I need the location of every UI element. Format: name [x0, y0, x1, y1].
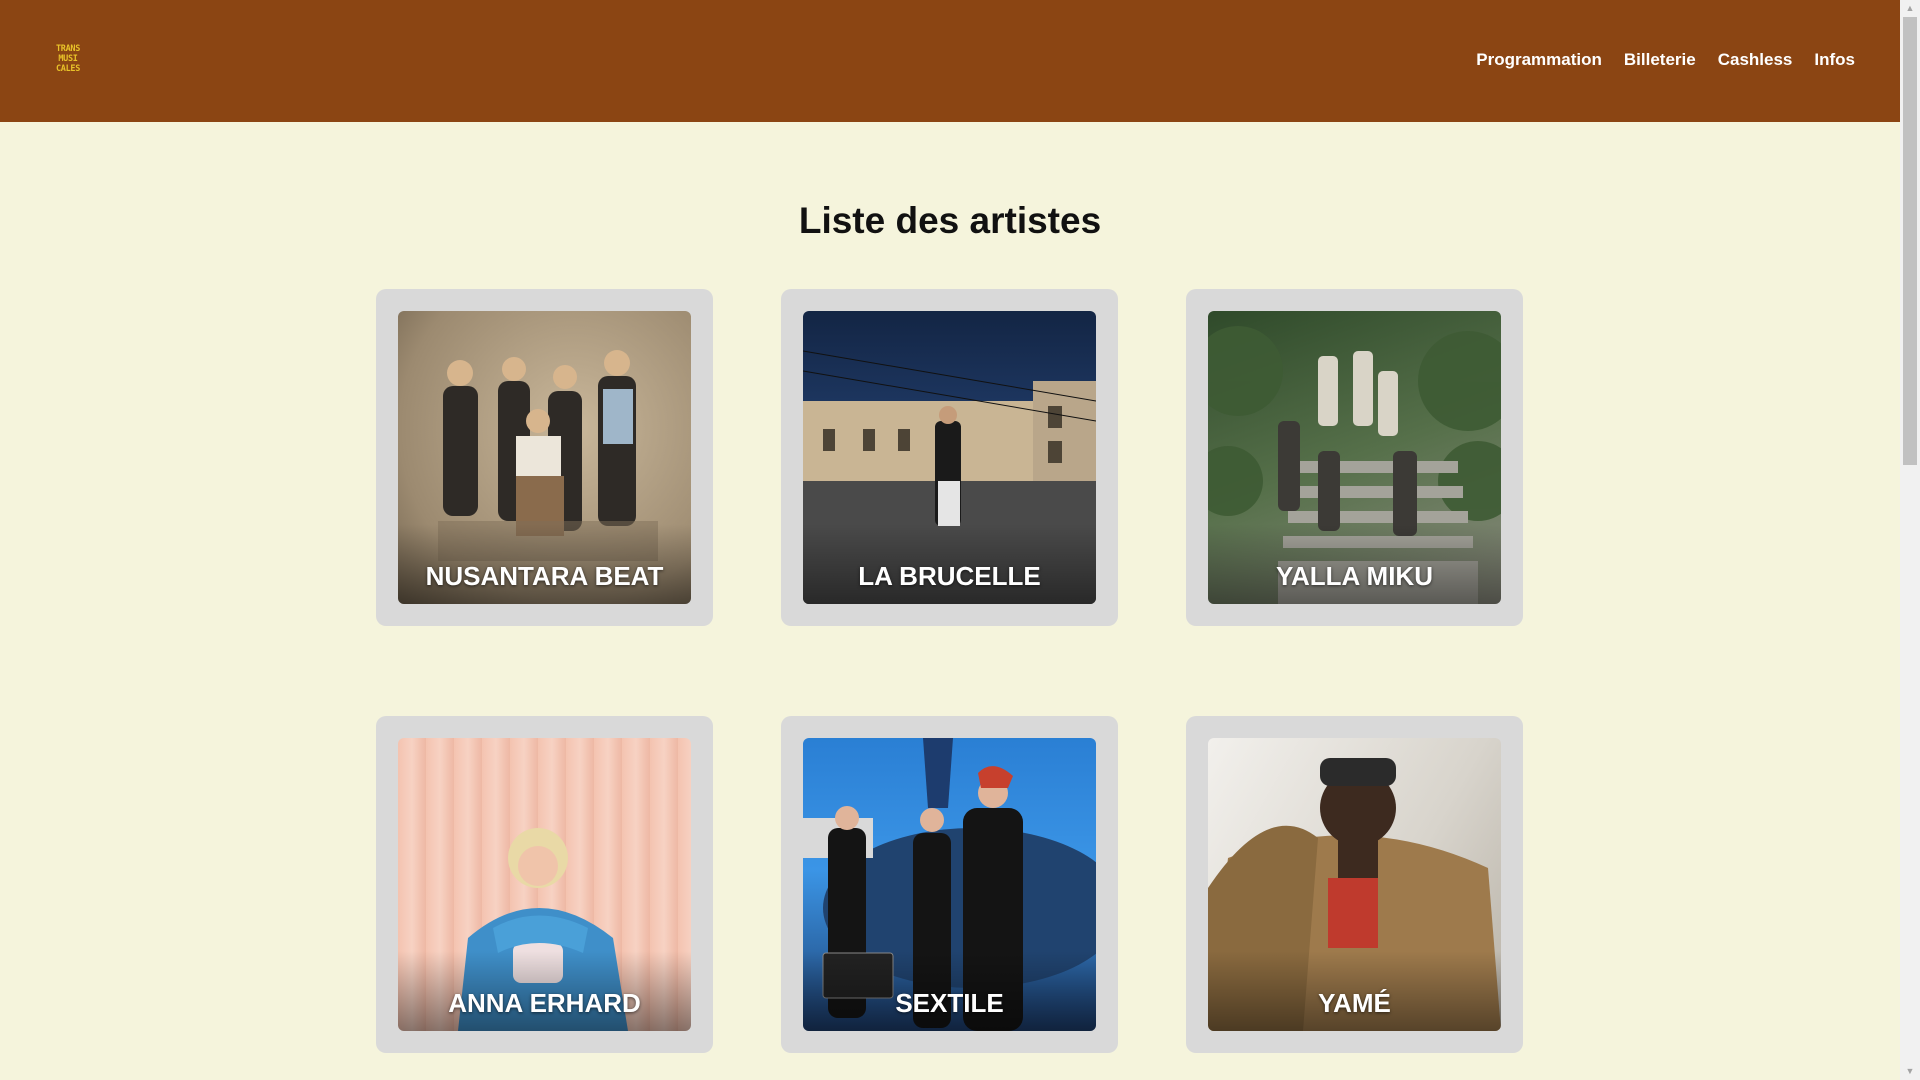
nav-programmation[interactable]: Programmation	[1476, 50, 1602, 70]
artist-name: LA BRUCELLE	[858, 561, 1041, 591]
festival-logo[interactable]: TRANS MUSI CALES	[46, 44, 90, 78]
logo-line: CALES	[55, 64, 81, 74]
nav-billeterie[interactable]: Billeterie	[1624, 50, 1696, 70]
site-header: TRANS MUSI CALES Programmation Billeteri…	[0, 0, 1900, 122]
page-title: Liste des artistes	[798, 200, 1102, 241]
artist-card[interactable]: LA BRUCELLE	[781, 289, 1118, 626]
artist-name: NUSANTARA BEAT	[425, 561, 664, 591]
artist-name: SEXTILE	[895, 988, 1004, 1018]
artist-name: YALLA MIKU	[1276, 561, 1433, 591]
logo-line: MUSI	[58, 54, 78, 64]
arrow-down-icon[interactable]: ▼	[1900, 1063, 1920, 1080]
artist-name: ANNA ERHARD	[448, 988, 641, 1018]
artist-card[interactable]: NUSANTARA BEAT	[376, 289, 713, 626]
artist-card[interactable]: ANNA ERHARD	[376, 716, 713, 1053]
artist-photo: LA BRUCELLE	[803, 311, 1096, 604]
artist-card[interactable]: YALLA MIKU	[1186, 289, 1523, 626]
arrow-up-icon[interactable]: ▲	[1900, 0, 1920, 17]
artist-photo: YAMÉ	[1208, 738, 1501, 1031]
page-scrollbar[interactable]: ▲ ▼	[1900, 0, 1920, 1080]
scroll-thumb[interactable]	[1903, 17, 1917, 465]
artist-card[interactable]: YAMÉ	[1186, 716, 1523, 1053]
nav-cashless[interactable]: Cashless	[1718, 50, 1793, 70]
artist-photo: NUSANTARA BEAT	[398, 311, 691, 604]
artist-photo: ANNA ERHARD	[398, 738, 691, 1031]
nav-infos[interactable]: Infos	[1814, 50, 1855, 70]
main-nav: Programmation Billeterie Cashless Infos	[1476, 50, 1855, 70]
logo-line: TRANS	[55, 44, 81, 54]
artist-photo: SEXTILE	[803, 738, 1096, 1031]
artist-name: YAMÉ	[1318, 988, 1391, 1018]
artist-card[interactable]: SEXTILE	[781, 716, 1118, 1053]
artist-photo: YALLA MIKU	[1208, 311, 1501, 604]
